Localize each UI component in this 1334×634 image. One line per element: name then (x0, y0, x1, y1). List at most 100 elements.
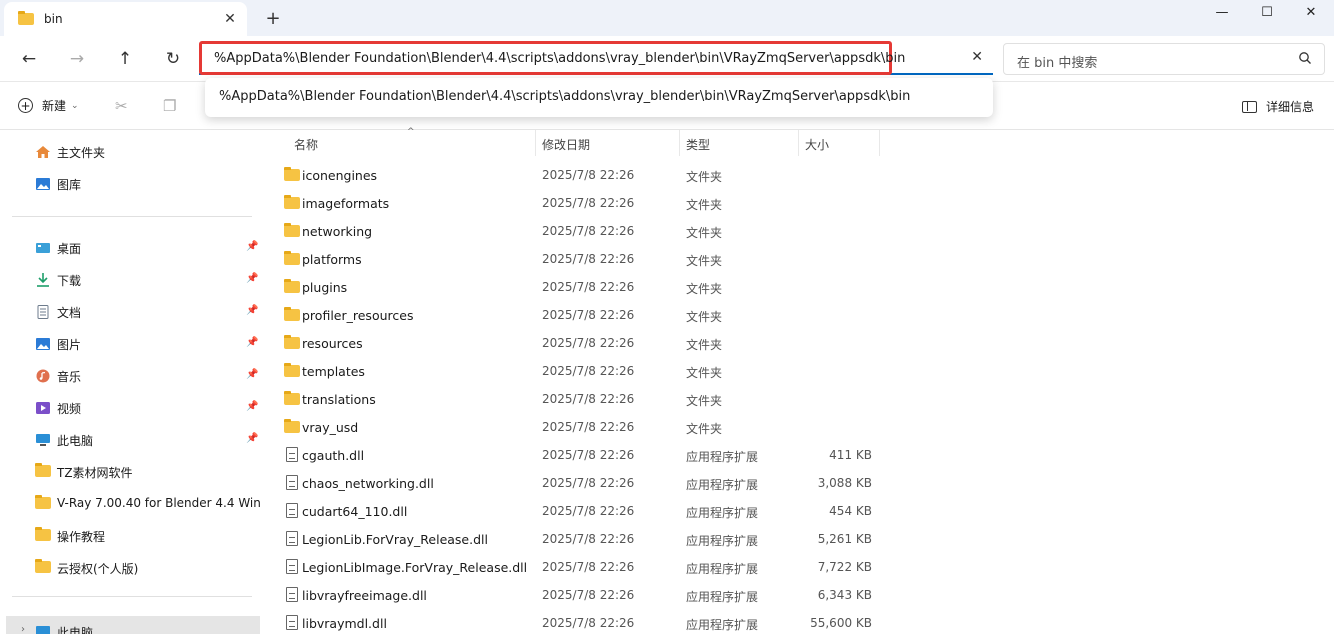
file-type: 文件夹 (686, 394, 723, 408)
search-input[interactable]: 在 bin 中搜索 (1017, 52, 1097, 71)
file-name: plugins (302, 280, 348, 295)
address-input[interactable]: %AppData%\Blender Foundation\Blender\4.4… (214, 51, 905, 66)
dll-file-icon (286, 475, 298, 490)
file-date: 2025/7/8 22:26 (542, 532, 635, 546)
details-button[interactable]: 详细信息 (1241, 98, 1314, 115)
up-button[interactable]: ↑ (111, 46, 139, 72)
clear-address-icon[interactable]: ✕ (971, 49, 983, 65)
cut-icon[interactable]: ✂ (115, 97, 133, 115)
sidebar-item-pictures[interactable]: 图片 📌 (0, 328, 262, 360)
file-date: 2025/7/8 22:26 (542, 252, 635, 266)
close-window-button[interactable]: ✕ (1288, 0, 1334, 24)
table-row[interactable]: LegionLibImage.ForVray_Release.dll 2025/7… (276, 553, 872, 581)
column-header-name[interactable]: 名称 (294, 130, 318, 158)
title-bar: bin ✕ + — ☐ ✕ (0, 0, 1334, 36)
file-name: cudart64_110.dll (302, 504, 408, 519)
sidebar-item-label: 云授权(个人版) (57, 562, 139, 576)
sidebar-item-downloads[interactable]: 下载 📌 (0, 264, 262, 296)
sidebar-item-this-pc[interactable]: 此电脑 📌 (0, 424, 262, 456)
maximize-button[interactable]: ☐ (1244, 0, 1290, 24)
sidebar-item-folder[interactable]: V-Ray 7.00.40 for Blender 4.4 Win (0, 488, 262, 520)
sidebar-item-folder[interactable]: TZ素材网软件 (0, 456, 262, 488)
table-row[interactable]: vray_usd 2025/7/8 22:26 文件夹 (276, 413, 872, 441)
tab-bin[interactable]: bin ✕ (4, 2, 247, 36)
file-date: 2025/7/8 22:26 (542, 224, 635, 238)
column-header-type[interactable]: 类型 (686, 130, 710, 158)
address-suggestion-item[interactable]: %AppData%\Blender Foundation\Blender\4.4… (219, 89, 910, 104)
pin-icon[interactable]: 📌 (246, 369, 258, 380)
table-row[interactable]: plugins 2025/7/8 22:26 文件夹 (276, 273, 872, 301)
search-box[interactable]: 在 bin 中搜索 (1003, 43, 1325, 75)
table-row[interactable]: cgauth.dll 2025/7/8 22:26 应用程序扩展 411 KB (276, 441, 872, 469)
sidebar-item-gallery[interactable]: 图库 (0, 168, 262, 200)
folder-icon (35, 527, 51, 541)
pin-icon[interactable]: 📌 (246, 273, 258, 284)
file-type: 文件夹 (686, 366, 723, 380)
sidebar-item-documents[interactable]: 文档 📌 (0, 296, 262, 328)
column-divider[interactable] (879, 130, 880, 156)
table-row[interactable]: networking 2025/7/8 22:26 文件夹 (276, 217, 872, 245)
details-pane-icon (1241, 100, 1257, 113)
pin-icon[interactable]: 📌 (246, 241, 258, 252)
dll-file-icon (286, 447, 298, 462)
pin-icon[interactable]: 📌 (246, 337, 258, 348)
arrow-left-icon: ← (21, 49, 37, 69)
table-row[interactable]: imageformats 2025/7/8 22:26 文件夹 (276, 189, 872, 217)
file-size: 5,261 KB (817, 532, 872, 546)
file-type: 应用程序扩展 (686, 590, 759, 604)
column-divider[interactable] (679, 130, 680, 156)
folder-icon (284, 195, 300, 209)
column-header-date[interactable]: 修改日期 (542, 130, 590, 158)
sidebar-item-videos[interactable]: 视频 📌 (0, 392, 262, 424)
file-type: 文件夹 (686, 282, 723, 296)
column-divider[interactable] (798, 130, 799, 156)
tab-close-icon[interactable]: ✕ (221, 10, 239, 28)
pin-icon[interactable]: 📌 (246, 305, 258, 316)
address-bar[interactable]: %AppData%\Blender Foundation\Blender\4.4… (199, 41, 993, 75)
sidebar-item-this-pc-tree[interactable]: › 此电脑 (6, 616, 260, 634)
folder-icon (18, 11, 34, 25)
back-button[interactable]: ← (15, 46, 43, 72)
table-row[interactable]: profiler_resources 2025/7/8 22:26 文件夹 (276, 301, 872, 329)
file-type: 应用程序扩展 (686, 618, 759, 632)
search-icon (1299, 52, 1311, 64)
sort-ascending-icon: ^ (407, 127, 415, 137)
refresh-button[interactable]: ↻ (159, 46, 187, 72)
column-divider[interactable] (535, 130, 536, 156)
file-type: 文件夹 (686, 338, 723, 352)
arrow-up-icon: ↑ (117, 49, 133, 69)
column-header-size[interactable]: 大小 (805, 130, 829, 158)
file-date: 2025/7/8 22:26 (542, 196, 635, 210)
pin-icon[interactable]: 📌 (246, 401, 258, 412)
chevron-right-icon[interactable]: › (21, 624, 25, 634)
file-name: chaos_networking.dll (302, 476, 434, 491)
table-row[interactable]: cudart64_110.dll 2025/7/8 22:26 应用程序扩展 454 … (276, 497, 872, 525)
sidebar-item-label: 下载 (57, 274, 82, 288)
file-name: profiler_resources (302, 308, 414, 323)
minimize-button[interactable]: — (1199, 0, 1245, 24)
folder-icon (284, 363, 300, 377)
sidebar-item-desktop[interactable]: 桌面 📌 (0, 232, 262, 264)
table-row[interactable]: translations 2025/7/8 22:26 文件夹 (276, 385, 872, 413)
forward-button[interactable]: → (63, 46, 91, 72)
table-row[interactable]: LegionLib.ForVray_Release.dll 2025/7/8 22… (276, 525, 872, 553)
sidebar-item-home[interactable]: 主文件夹 (0, 136, 262, 168)
table-row[interactable]: libvraymdl.dll 2025/7/8 22:26 应用程序扩展 55,600… (276, 609, 872, 634)
sidebar-item-folder[interactable]: 操作教程 (0, 520, 262, 552)
sidebar-item-folder[interactable]: 云授权(个人版) (0, 552, 262, 584)
folder-icon (284, 307, 300, 321)
table-row[interactable]: iconengines 2025/7/8 22:26 文件夹 (276, 161, 872, 189)
sidebar-item-music[interactable]: 音乐 📌 (0, 360, 262, 392)
new-tab-button[interactable]: + (263, 8, 283, 29)
copy-icon[interactable]: ❐ (163, 97, 181, 115)
table-row[interactable]: templates 2025/7/8 22:26 文件夹 (276, 357, 872, 385)
table-row[interactable]: libvrayfreeimage.dll 2025/7/8 22:26 应用程序扩展… (276, 581, 872, 609)
table-row[interactable]: chaos_networking.dll 2025/7/8 22:26 应用程序扩展… (276, 469, 872, 497)
table-row[interactable]: platforms 2025/7/8 22:26 文件夹 (276, 245, 872, 273)
table-row[interactable]: resources 2025/7/8 22:26 文件夹 (276, 329, 872, 357)
dll-file-icon (286, 615, 298, 630)
pin-icon[interactable]: 📌 (246, 433, 258, 444)
chevron-down-icon: ⌄ (71, 100, 79, 111)
new-button[interactable]: + 新建 ⌄ (18, 97, 79, 114)
file-name: resources (302, 336, 363, 351)
